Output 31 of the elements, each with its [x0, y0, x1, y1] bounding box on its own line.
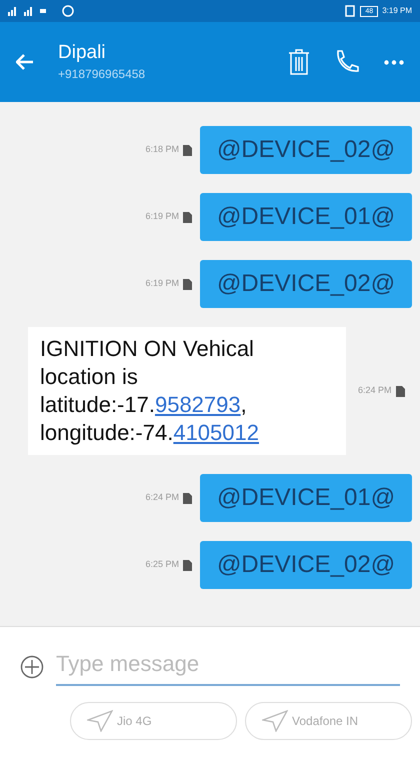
message-time: 6:24 PM: [358, 384, 392, 398]
back-icon[interactable]: [16, 54, 34, 70]
message-time: 6:25 PM: [145, 558, 179, 572]
sim-icon: [183, 212, 192, 222]
sent-message-bubble: @DEVICE_01@: [200, 193, 412, 241]
add-icon[interactable]: [20, 654, 44, 678]
sim-icon: [183, 492, 192, 504]
message-input[interactable]: Type message: [56, 647, 400, 686]
coordinate-link[interactable]: 4105012: [173, 420, 259, 445]
sim-icon: [396, 386, 405, 396]
message-time: 6:18 PM: [145, 143, 179, 156]
more-icon[interactable]: [384, 60, 404, 64]
sent-message-bubble: @DEVICE_02@: [200, 541, 412, 589]
contact-name: Dipali: [58, 41, 107, 65]
send-icon: [87, 710, 113, 732]
sent-message-bubble: @DEVICE_02@: [200, 260, 412, 308]
message-time: 6:19 PM: [145, 210, 179, 224]
received-message-bubble: IGNITION ON Vehical location is latitude:-17.9582793, longitude:-74.4105012: [28, 327, 346, 455]
coordinate-link[interactable]: 9582793: [154, 392, 241, 417]
sim-icon: [183, 560, 192, 570]
trash-icon[interactable]: [288, 49, 310, 75]
message-time: 6:24 PM: [145, 491, 179, 504]
message-time: 6:19 PM: [145, 277, 179, 290]
phone-icon[interactable]: [334, 49, 360, 75]
status-time: 3:19 PM: [382, 5, 412, 17]
sent-message-bubble: @DEVICE_01@: [200, 474, 412, 522]
sim-icon: [183, 278, 192, 290]
send-icon: [262, 710, 288, 732]
sim-icon: [183, 144, 192, 156]
sent-message-bubble: @DEVICE_02@: [200, 126, 412, 174]
contact-number: +918796965458: [58, 66, 146, 83]
